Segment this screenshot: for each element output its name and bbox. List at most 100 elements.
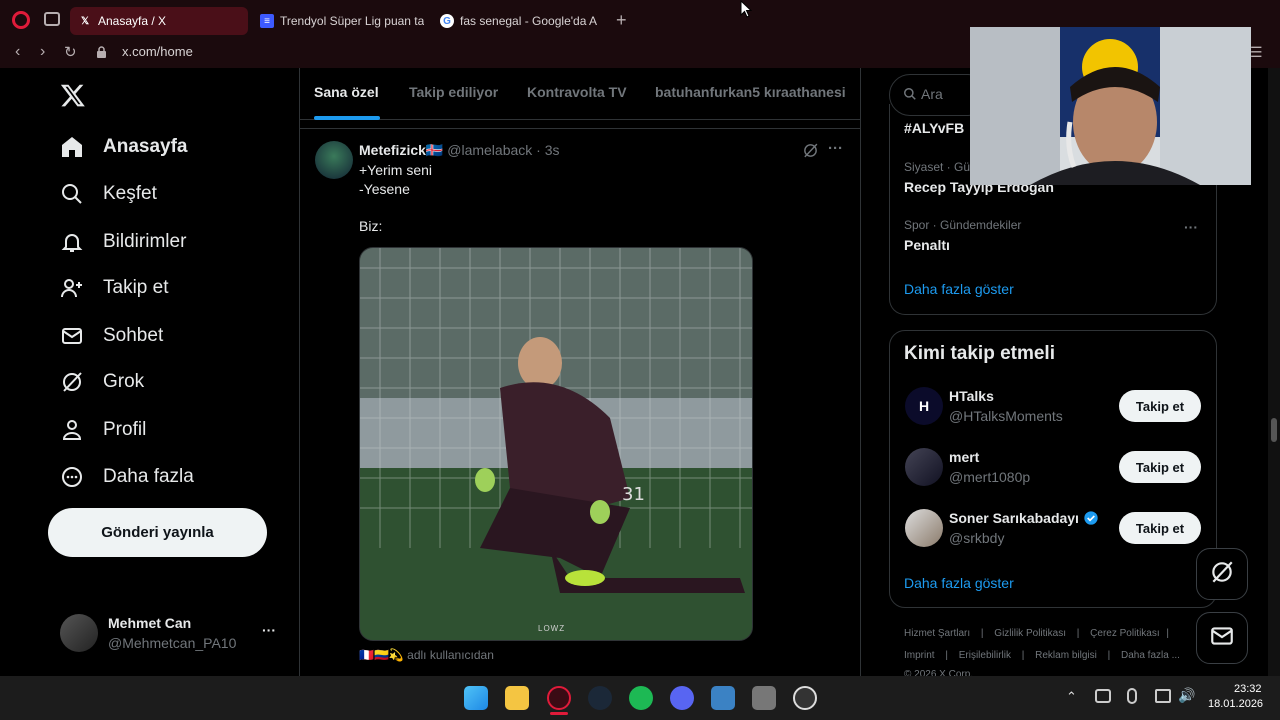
- sidebar-item-grok[interactable]: Grok: [60, 367, 144, 397]
- clock-date[interactable]: 18.01.2026: [1208, 698, 1263, 710]
- windows-start-icon[interactable]: [464, 686, 488, 710]
- opera-logo-icon[interactable]: [12, 11, 30, 29]
- sidebar-item-notifications[interactable]: Bildirimler: [60, 227, 186, 257]
- trend-title[interactable]: Penaltı: [904, 237, 950, 253]
- clock-time[interactable]: 23:32: [1234, 683, 1262, 695]
- messages-floating-button[interactable]: [1196, 612, 1248, 664]
- post-author-name[interactable]: Metefizick: [359, 142, 426, 158]
- column-divider: [860, 68, 861, 676]
- footer-link[interactable]: Çerez Politikası: [1090, 628, 1159, 639]
- url-field[interactable]: x.com/home: [122, 44, 193, 59]
- suggested-user-name[interactable]: HTalks: [949, 388, 994, 404]
- account-handle: @Mehmetcan_PA10: [108, 635, 237, 651]
- active-app-indicator: [550, 712, 568, 715]
- scrollbar[interactable]: [1268, 68, 1280, 676]
- back-icon[interactable]: ‹: [15, 43, 20, 61]
- settings-icon[interactable]: [752, 686, 776, 710]
- spotify-icon[interactable]: [629, 686, 653, 710]
- footer-link[interactable]: Reklam bilgisi: [1035, 650, 1097, 661]
- footer-link[interactable]: Hizmet Şartları: [904, 628, 970, 639]
- grok-post-icon[interactable]: [802, 142, 819, 164]
- svg-text:31: 31: [622, 484, 645, 505]
- avatar[interactable]: [60, 614, 98, 652]
- suggested-user-handle: @srkbdy: [949, 530, 1005, 546]
- sidebar-item-home[interactable]: Anasayfa: [60, 132, 188, 162]
- follow-show-more[interactable]: Daha fazla göster: [904, 575, 1014, 591]
- post-source: 🇫🇷🇨🇴💫 adlı kullanıcıdan: [359, 648, 494, 662]
- tab-active-indicator: [314, 116, 380, 120]
- avatar[interactable]: [905, 448, 943, 486]
- sidebar-item-chat[interactable]: Sohbet: [60, 321, 163, 351]
- post-source-label: adlı kullanıcıdan: [407, 648, 494, 662]
- follow-icon: [60, 276, 84, 300]
- sidebar-item-follow[interactable]: Takip et: [60, 273, 168, 303]
- mail-icon: [1209, 623, 1235, 654]
- account-more-button[interactable]: ···: [262, 622, 276, 638]
- sidebar-item-label: Daha fazla: [103, 466, 194, 487]
- tray-network-icon[interactable]: [1095, 689, 1111, 703]
- grok-floating-button[interactable]: [1196, 548, 1248, 600]
- tab-strip-icon[interactable]: [44, 12, 60, 26]
- tab-for-you[interactable]: Sana özel: [314, 84, 379, 100]
- post-avatar[interactable]: [315, 141, 353, 179]
- footer-links-row-1: Hizmet Şartları | Gizlilik Politikası | …: [904, 628, 1170, 639]
- footer-link[interactable]: Imprint: [904, 650, 935, 661]
- avatar[interactable]: H: [905, 387, 943, 425]
- post-handle[interactable]: @lamelaback: [447, 142, 532, 158]
- obs-icon[interactable]: [793, 686, 817, 710]
- x-logo-icon[interactable]: [60, 82, 86, 113]
- post-header: Metefizick🇮🇸 @lamelaback · 3s: [359, 142, 560, 159]
- footer-link[interactable]: Gizlilik Politikası: [994, 628, 1066, 639]
- post-time[interactable]: · 3s: [536, 142, 559, 158]
- post-video[interactable]: 31 LOWZ: [359, 247, 753, 641]
- forward-icon[interactable]: ›: [40, 43, 45, 61]
- tab-trendyol[interactable]: ≡ Trendyol Süper Lig puan ta: [252, 7, 424, 35]
- tab-google[interactable]: G fas senegal - Google'da A: [432, 7, 604, 35]
- tab-label: fas senegal - Google'da A: [460, 14, 598, 28]
- post-button[interactable]: Gönderi yayınla: [48, 508, 267, 557]
- avatar[interactable]: [905, 509, 943, 547]
- post-more-icon[interactable]: ···: [828, 140, 843, 157]
- sidebar-item-explore[interactable]: Keşfet: [60, 179, 157, 209]
- tab-batuhanfurkan5[interactable]: batuhanfurkan5 kıraathanesi: [655, 84, 846, 100]
- opera-browser-icon[interactable]: [547, 686, 571, 710]
- tab-kontravolta[interactable]: Kontravolta TV: [527, 84, 627, 100]
- scrollbar-thumb[interactable]: [1271, 418, 1277, 442]
- site-favicon-icon: ≡: [260, 14, 274, 28]
- menu-icon[interactable]: ☰: [1250, 44, 1263, 61]
- tray-mic-icon[interactable]: [1127, 688, 1137, 704]
- file-explorer-icon[interactable]: [505, 686, 529, 710]
- post-line-1: +Yerim seni: [359, 162, 433, 178]
- footer-link[interactable]: Daha fazla ...: [1121, 650, 1180, 661]
- mouse-cursor-icon: [740, 0, 753, 23]
- reload-icon[interactable]: ↻: [64, 43, 77, 61]
- tab-x-home[interactable]: 𝕏 Anasayfa / X: [70, 7, 248, 35]
- footer-link[interactable]: Erişilebilirlik: [959, 650, 1011, 661]
- sidebar-item-label: Keşfet: [103, 183, 157, 204]
- sidebar-item-label: Profil: [103, 419, 147, 440]
- follow-button[interactable]: Takip et: [1119, 390, 1201, 422]
- tray-volume-icon[interactable]: 🔊: [1178, 687, 1195, 704]
- more-icon: [60, 465, 84, 489]
- trends-show-more[interactable]: Daha fazla göster: [904, 281, 1014, 297]
- trend-more-icon[interactable]: ···: [1184, 219, 1198, 235]
- sidebar-item-more[interactable]: Daha fazla: [60, 462, 194, 492]
- app-icon[interactable]: [711, 686, 735, 710]
- follow-button[interactable]: Takip et: [1119, 451, 1201, 483]
- tab-label: Anasayfa / X: [98, 14, 167, 28]
- trend-title[interactable]: #ALYvFB: [904, 120, 964, 136]
- tab-following[interactable]: Takip ediliyor: [409, 84, 498, 100]
- tray-display-icon[interactable]: [1155, 689, 1171, 703]
- mail-icon: [60, 324, 84, 348]
- follow-button[interactable]: Takip et: [1119, 512, 1201, 544]
- steam-icon[interactable]: [588, 686, 612, 710]
- sidebar-item-label: Sohbet: [103, 325, 164, 346]
- google-favicon-icon: G: [440, 14, 454, 28]
- discord-icon[interactable]: [670, 686, 694, 710]
- suggested-user-name[interactable]: Soner Sarıkabadayı: [949, 510, 1079, 526]
- account-name: Mehmet Can: [108, 615, 192, 631]
- suggested-user-name[interactable]: mert: [949, 449, 979, 465]
- tray-chevron-icon[interactable]: ⌃: [1066, 689, 1077, 705]
- sidebar-item-profile[interactable]: Profil: [60, 415, 146, 445]
- new-tab-button[interactable]: +: [616, 10, 627, 31]
